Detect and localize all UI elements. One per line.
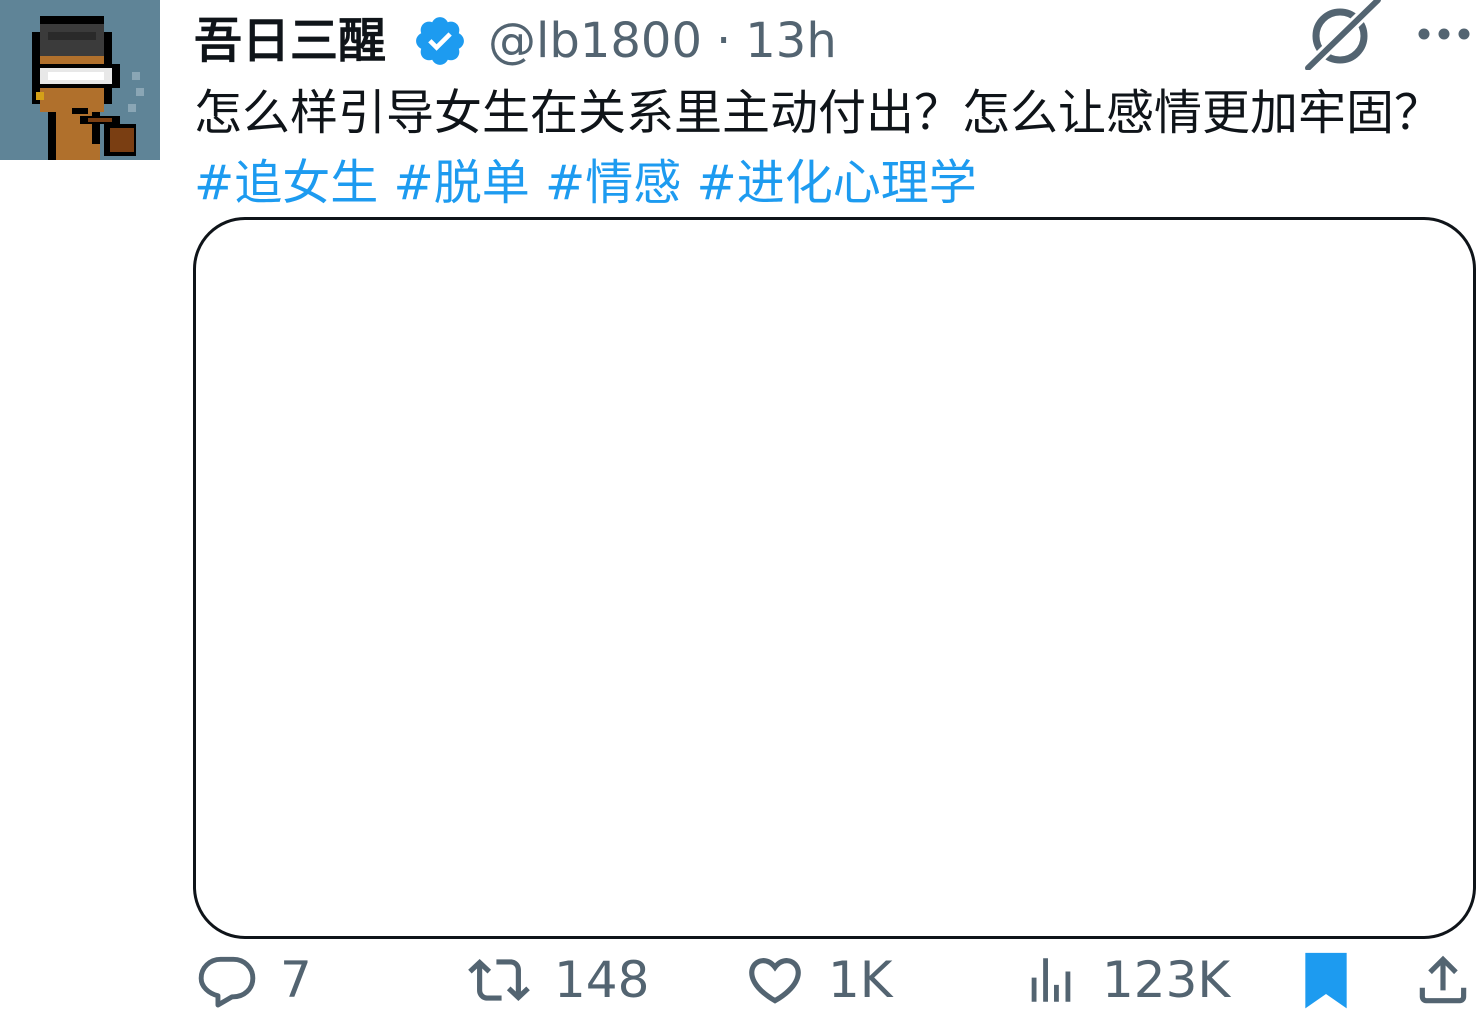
reply-button[interactable]: 7 — [196, 944, 312, 1016]
bookmark-button[interactable] — [1298, 944, 1354, 1016]
share-button[interactable] — [1412, 944, 1474, 1016]
tweet-body: 怎么样引导女生在关系里主动付出？怎么让感情更加牢固？ — [194, 85, 1443, 141]
bookmark-icon — [1298, 949, 1354, 1011]
hashtag-link[interactable]: #追女生 — [194, 155, 378, 211]
tweet-text: 怎么样引导女生在关系里主动付出？怎么让感情更加牢固？ #追女生 #脱单 #情感 … — [194, 78, 1474, 218]
grok-icon[interactable] — [1300, 0, 1384, 71]
verified-badge-icon — [412, 13, 468, 69]
user-handle[interactable]: @lb1800 — [488, 6, 702, 76]
retweet-count: 148 — [554, 951, 650, 1009]
tweet-action-bar: 7 148 1K 123K — [0, 944, 1480, 1016]
reply-count: 7 — [280, 951, 312, 1009]
like-button[interactable]: 1K — [744, 944, 893, 1016]
views-button[interactable]: 123K — [1022, 944, 1230, 1016]
like-count: 1K — [828, 951, 893, 1009]
more-icon[interactable] — [1414, 14, 1474, 54]
hashtag-link[interactable]: #情感 — [545, 155, 681, 211]
retweet-icon — [466, 949, 532, 1011]
hashtag-link[interactable]: #脱单 — [394, 155, 530, 211]
heart-icon — [744, 949, 806, 1011]
avatar[interactable] — [0, 0, 160, 160]
share-icon — [1412, 949, 1474, 1011]
tweet-media[interactable] — [193, 217, 1476, 939]
reply-icon — [196, 949, 258, 1011]
views-count: 123K — [1102, 951, 1231, 1009]
tweet-header: 吾日三醒 @lb1800 · 13h — [194, 6, 837, 76]
display-name[interactable]: 吾日三醒 — [194, 6, 386, 76]
retweet-button[interactable]: 148 — [466, 944, 649, 1016]
hashtag-link[interactable]: #进化心理学 — [697, 155, 977, 211]
separator-dot: · — [715, 13, 732, 69]
pixel-avatar-icon — [0, 0, 160, 160]
timestamp[interactable]: 13h — [745, 6, 837, 76]
views-icon — [1022, 949, 1080, 1011]
